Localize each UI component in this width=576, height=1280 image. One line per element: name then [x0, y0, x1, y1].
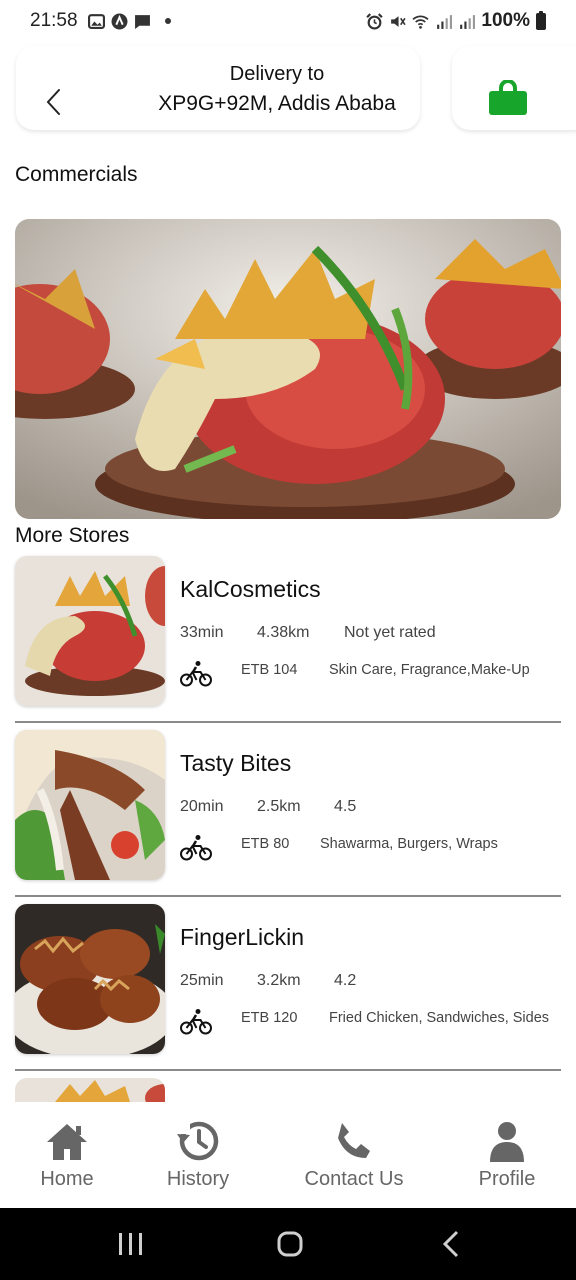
store-thumbnail — [15, 904, 165, 1054]
cart-button[interactable] — [488, 79, 532, 120]
delivery-fee: ETB 80 — [241, 836, 290, 852]
nav-history-label: History — [166, 1168, 230, 1190]
store-meta: 33min 4.38km Not yet rated — [180, 624, 436, 642]
mute-icon — [391, 15, 406, 27]
rating: 4.2 — [334, 972, 357, 989]
bottom-navigation: Home History Contact Us Profile — [0, 1102, 576, 1208]
delivery-fee: ETB 120 — [241, 1010, 298, 1026]
back-button[interactable] — [38, 84, 68, 120]
phone-icon — [338, 1123, 370, 1158]
nav-history[interactable]: History — [148, 1102, 248, 1208]
delivery-title: Delivery to — [229, 63, 325, 85]
nav-home-label: Home — [40, 1168, 94, 1190]
distance: 3.2km — [257, 972, 301, 989]
store-card[interactable]: FingerLickin 25min 3.2km 4.2 ETB 120 Fri… — [15, 904, 561, 1054]
chevron-left-icon — [46, 89, 60, 115]
fried-chicken-thumbnail-image — [15, 904, 165, 1054]
divider — [15, 895, 561, 897]
store-categories: Skin Care, Fragrance,Make-Up — [329, 662, 530, 678]
home-system-icon[interactable] — [270, 1226, 310, 1262]
nav-contact[interactable]: Contact Us — [294, 1102, 414, 1208]
delivery-header — [16, 46, 420, 130]
bicycle-icon — [180, 661, 212, 687]
store-name: KalCosmetics — [180, 576, 321, 602]
user-icon — [490, 1122, 524, 1162]
status-bar: 21:58 100% — [0, 0, 576, 42]
back-system-icon[interactable] — [432, 1226, 472, 1262]
message-icon — [134, 14, 150, 29]
notification-dot-icon — [164, 18, 171, 24]
food-banner-image — [15, 219, 561, 519]
system-navigation-bar — [0, 1208, 576, 1280]
signal-icon — [437, 14, 453, 29]
store-name: Tasty Bites — [180, 750, 292, 776]
battery-text: 100% — [481, 10, 530, 31]
store-thumbnail — [15, 730, 165, 880]
battery-icon — [536, 10, 546, 30]
store-meta: 20min 2.5km 4.5 — [180, 798, 356, 816]
store-categories: Fried Chicken, Sandwiches, Sides — [329, 1010, 550, 1026]
gallery-icon — [87, 13, 105, 29]
nav-profile[interactable]: Profile — [462, 1102, 552, 1208]
more-stores-title: More Stores — [15, 524, 130, 547]
nav-home[interactable]: Home — [22, 1102, 112, 1208]
delivery-time: 20min — [180, 798, 224, 815]
delivery-time: 33min — [180, 624, 224, 641]
status-time: 21:58 — [30, 10, 78, 31]
store-thumbnail — [15, 556, 165, 706]
shopping-bag-icon — [489, 79, 527, 115]
store-meta: 25min 3.2km 4.2 — [180, 972, 356, 990]
store-card[interactable]: KalCosmetics 33min 4.38km Not yet rated … — [15, 556, 561, 706]
alarm-icon — [366, 12, 384, 29]
recent-apps-icon[interactable] — [110, 1226, 150, 1262]
rating: 4.5 — [334, 798, 357, 815]
store-card[interactable]: Tasty Bites 20min 2.5km 4.5 ETB 80 Shawa… — [15, 730, 561, 880]
wifi-icon — [412, 15, 429, 29]
commercial-banner[interactable] — [15, 219, 561, 519]
bicycle-icon — [180, 1009, 212, 1035]
signal-icon-2 — [460, 14, 476, 29]
divider — [15, 1069, 561, 1071]
store-categories: Shawarma, Burgers, Wraps — [320, 836, 498, 852]
app-icon — [111, 13, 128, 29]
history-icon — [177, 1121, 219, 1161]
shawarma-thumbnail-image — [15, 730, 165, 880]
delivery-fee: ETB 104 — [241, 662, 298, 678]
distance: 4.38km — [257, 624, 310, 641]
commercials-title: Commercials — [15, 163, 138, 186]
food-thumbnail-image — [15, 1078, 165, 1102]
delivery-time: 25min — [180, 972, 224, 989]
food-thumbnail-image — [15, 556, 165, 706]
nav-contact-label: Contact Us — [304, 1168, 404, 1190]
store-thumbnail-partial[interactable] — [15, 1078, 165, 1102]
home-icon — [47, 1124, 87, 1160]
rating: Not yet rated — [344, 624, 436, 641]
store-name: FingerLickin — [180, 924, 304, 950]
delivery-address[interactable]: XP9G+92M, Addis Ababa — [100, 92, 454, 116]
nav-profile-label: Profile — [478, 1168, 536, 1190]
divider — [15, 721, 561, 723]
bicycle-icon — [180, 835, 212, 861]
distance: 2.5km — [257, 798, 301, 815]
